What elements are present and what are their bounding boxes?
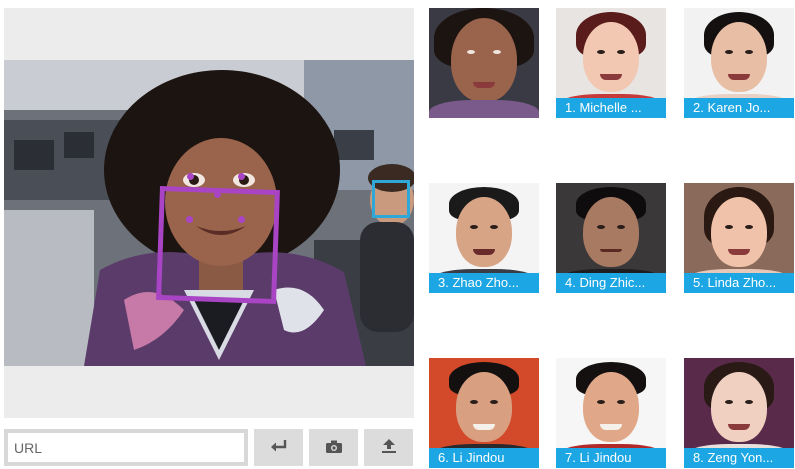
result-label: 8. Zeng Yon... — [684, 448, 794, 468]
result-label: 2. Karen Jo... — [684, 98, 794, 118]
landmark-mouth-right — [238, 216, 245, 223]
result-label: 5. Linda Zho... — [684, 273, 794, 293]
url-input[interactable] — [4, 429, 248, 466]
face-detection-box-main — [156, 185, 280, 305]
result-label: 1. Michelle ... — [556, 98, 666, 118]
result-tile-7[interactable]: 7. Li Jindou — [556, 358, 666, 468]
upload-icon — [381, 439, 396, 456]
landmark-right-eye — [238, 173, 245, 180]
result-tile-4[interactable]: 4. Ding Zhic... — [556, 183, 666, 293]
enter-icon — [270, 439, 288, 456]
result-tile-1[interactable]: 1. Michelle ... — [556, 8, 666, 118]
face-detection-box-secondary — [372, 180, 410, 218]
landmark-mouth-left — [186, 216, 193, 223]
camera-viewer — [4, 8, 414, 418]
result-tile-3[interactable]: 3. Zhao Zho... — [429, 183, 539, 293]
enter-button[interactable] — [254, 429, 303, 466]
result-tile-6[interactable]: 6. Li Jindou — [429, 358, 539, 468]
result-tile-5[interactable]: 5. Linda Zho... — [684, 183, 794, 293]
webcam-photo — [4, 60, 414, 366]
result-label: 3. Zhao Zho... — [429, 273, 539, 293]
query-thumbnail — [429, 8, 539, 118]
camera-icon — [325, 440, 342, 456]
result-label: 7. Li Jindou — [556, 448, 666, 468]
upload-button[interactable] — [364, 429, 413, 466]
result-tile-8[interactable]: 8. Zeng Yon... — [684, 358, 794, 468]
result-label: 6. Li Jindou — [429, 448, 539, 468]
result-label: 4. Ding Zhic... — [556, 273, 666, 293]
landmark-left-eye — [187, 173, 194, 180]
camera-button[interactable] — [309, 429, 358, 466]
result-tile-2[interactable]: 2. Karen Jo... — [684, 8, 794, 118]
landmark-nose — [214, 191, 221, 198]
